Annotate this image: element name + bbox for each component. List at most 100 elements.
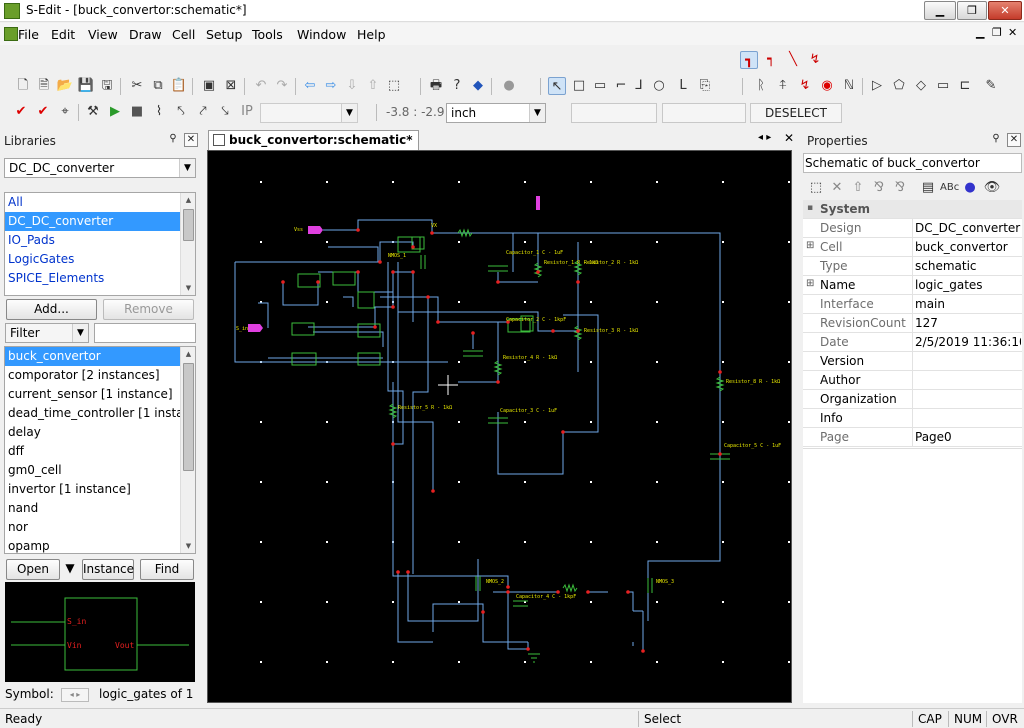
open-icon[interactable]: 📂 <box>56 77 74 95</box>
check-icon[interactable]: ✔ <box>12 103 30 121</box>
probe-power-icon[interactable]: ⤥ <box>216 103 234 121</box>
tab-scroll-icon[interactable]: ◂ ▸ <box>758 132 771 143</box>
cell-item[interactable]: gm0_cell <box>5 461 195 480</box>
snap-field[interactable] <box>571 103 657 123</box>
stop-simulation-icon[interactable]: ■ <box>128 103 146 121</box>
circle-icon[interactable]: ○ <box>650 77 668 95</box>
property-row[interactable]: Info <box>803 409 1022 428</box>
property-row[interactable]: Type schematic <box>803 257 1022 276</box>
cell-item[interactable]: dff <box>5 442 195 461</box>
property-row[interactable]: ⊞ Cell buck_convertor <box>803 238 1022 257</box>
simulation-combo[interactable]: ▼ <box>260 103 358 123</box>
property-row[interactable]: Version <box>803 352 1022 371</box>
property-row[interactable]: Interface main <box>803 295 1022 314</box>
pin-properties-icon[interactable]: ⚲ <box>989 133 1003 147</box>
net-label-icon[interactable]: ℕ <box>840 77 858 95</box>
property-value[interactable]: schematic <box>915 259 1021 273</box>
menu-window[interactable]: Window <box>297 27 346 42</box>
close-properties-icon[interactable]: ✕ <box>1007 133 1021 147</box>
properties-group-system[interactable]: ▪ System <box>803 200 1022 219</box>
free-wire-icon[interactable]: ↯ <box>806 51 824 69</box>
filter-props-icon[interactable]: ● <box>961 179 979 197</box>
menu-cell[interactable]: Cell <box>172 27 195 42</box>
port-bidir-icon[interactable]: ◇ <box>912 77 930 95</box>
delete-property-icon[interactable]: ✕ <box>828 179 846 197</box>
cell-item[interactable]: invertor [1 instance] <box>5 480 195 499</box>
mdi-close-icon[interactable]: ✕ <box>1008 26 1017 39</box>
push-into-icon[interactable]: ⇩ <box>343 77 361 95</box>
help-icon[interactable]: ? <box>448 77 466 95</box>
polyline-icon[interactable]: ⌐ <box>612 77 630 95</box>
select-pointer-icon[interactable]: ↖ <box>548 77 566 95</box>
open-cell-button[interactable]: Open <box>6 559 60 580</box>
expand-icon[interactable]: ⊞ <box>806 278 814 289</box>
library-item-logicgates[interactable]: LogicGates <box>5 250 195 269</box>
property-row[interactable]: ⊞ Name logic_gates <box>803 276 1022 295</box>
redo-icon[interactable]: ↷ <box>273 77 291 95</box>
symbol-view-icon[interactable]: ⊠ <box>222 77 240 95</box>
undo-icon[interactable]: ↶ <box>252 77 270 95</box>
properties-brush-icon[interactable]: ✎ <box>982 77 1000 95</box>
schematic-drawing[interactable]: Vss S_in VX Capacitor_1 C - 1uF Capacito… <box>208 151 793 704</box>
port-icon[interactable]: ⍏ <box>774 77 792 95</box>
circle-fill-icon[interactable]: ● <box>500 77 518 95</box>
property-value[interactable]: main <box>915 297 1021 311</box>
property-row[interactable]: RevisionCount 127 <box>803 314 1022 333</box>
save-all-icon[interactable]: 🖫 <box>98 77 116 95</box>
run-simulation-icon[interactable]: ▶ <box>106 103 124 121</box>
deselect-button[interactable]: DESELECT <box>750 103 842 123</box>
instance-icon[interactable]: ᚱ <box>752 77 770 95</box>
property-row[interactable]: Author <box>803 371 1022 390</box>
categorized-icon[interactable]: ▤ <box>919 179 937 197</box>
schematic-canvas[interactable]: Vss S_in VX Capacitor_1 C - 1uF Capacito… <box>207 150 792 703</box>
menu-view[interactable]: View <box>88 27 118 42</box>
property-value[interactable]: logic_gates <box>915 278 1021 292</box>
copy-icon[interactable]: ⧉ <box>149 77 167 95</box>
sort-icon[interactable]: ⅋ <box>870 179 888 197</box>
close-button[interactable]: ✕ <box>988 1 1022 20</box>
property-value[interactable]: 2/5/2019 11:36:10 AM <box>915 335 1021 349</box>
box-icon[interactable]: □ <box>570 77 588 95</box>
port-out-icon[interactable]: ⬠ <box>890 77 908 95</box>
units-select[interactable]: inch ▼ <box>446 103 546 123</box>
cell-item[interactable]: delay <box>5 423 195 442</box>
orthogonal-wire-icon[interactable]: ┓ <box>740 51 758 69</box>
cell-item[interactable]: opamp <box>5 537 195 553</box>
port-other-icon[interactable]: ▭ <box>934 77 952 95</box>
library-item-io-pads[interactable]: IO_Pads <box>5 231 195 250</box>
find-button[interactable]: Find <box>140 559 194 580</box>
add-library-button[interactable]: Add... <box>6 299 97 320</box>
move-up-icon[interactable]: ⇧ <box>849 179 867 197</box>
expand-icon[interactable]: ⊞ <box>806 240 814 251</box>
alphabetical-icon[interactable]: ABc <box>940 179 959 197</box>
tab-buck-convertor-schematic[interactable]: buck_convertor:schematic* <box>208 130 420 150</box>
collapse-icon[interactable]: ▪ <box>807 203 813 213</box>
edit-in-place-icon[interactable]: ⬚ <box>385 77 403 95</box>
net-highlight-icon[interactable]: ⌖ <box>56 103 74 121</box>
filter-select[interactable]: Filter ▼ <box>5 323 89 343</box>
probe-current-icon[interactable]: ⤣ <box>172 103 190 121</box>
wire-icon[interactable]: ⅃ <box>630 77 648 95</box>
text-icon[interactable]: ⎘ <box>696 77 714 95</box>
port-global-icon[interactable]: ⊏ <box>956 77 974 95</box>
property-value[interactable]: DC_DC_converter <box>915 221 1021 235</box>
eraser-icon[interactable]: ◆ <box>469 77 487 95</box>
cell-item[interactable]: comporator [2 instances] <box>5 366 195 385</box>
sort-desc-icon[interactable]: ⅋ <box>891 179 909 197</box>
cell-item[interactable]: current_sensor [1 instance] <box>5 385 195 404</box>
label-icon[interactable]: L <box>674 77 692 95</box>
mdi-restore-icon[interactable]: ❐ <box>992 26 1002 39</box>
route-wire-icon[interactable]: ┑ <box>762 51 780 69</box>
pop-up-icon[interactable]: ⇧ <box>364 77 382 95</box>
property-value[interactable]: 127 <box>915 316 1021 330</box>
cell-list-scrollbar[interactable]: ▲ ▼ <box>180 347 195 553</box>
print-icon[interactable]: 🖶 <box>427 77 445 95</box>
remove-library-button[interactable]: Remove <box>103 299 194 320</box>
check-all-icon[interactable]: ✔ <box>34 103 52 121</box>
instance-button[interactable]: Instance <box>82 559 134 580</box>
new-icon[interactable]: 🗋 <box>14 77 32 95</box>
library-select[interactable]: DC_DC_converter ▼ <box>4 158 196 178</box>
show-hidden-icon[interactable]: 👁 <box>983 179 1001 197</box>
menu-draw[interactable]: Draw <box>129 27 162 42</box>
menu-tools[interactable]: Tools <box>252 27 283 42</box>
